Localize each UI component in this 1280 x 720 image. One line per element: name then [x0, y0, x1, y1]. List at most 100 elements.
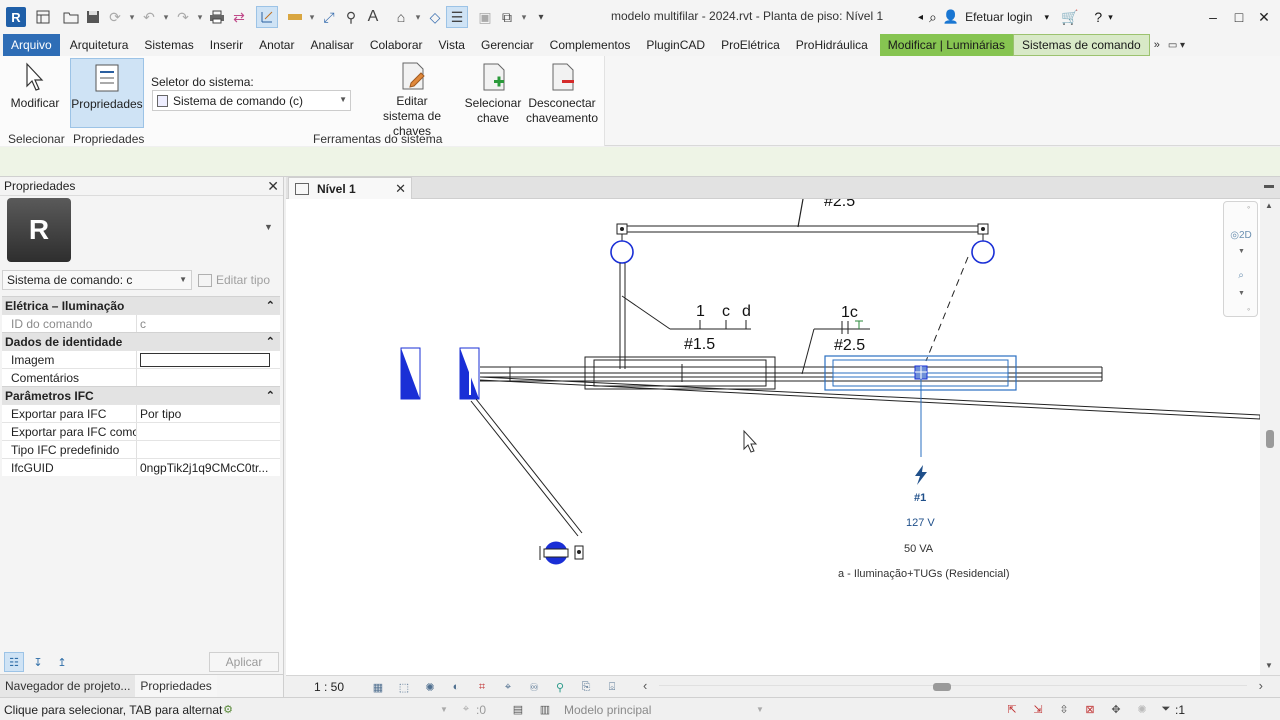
tab-properties[interactable]: Propriedades — [135, 675, 217, 697]
tab-arquitetura[interactable]: Arquitetura — [62, 34, 137, 56]
steering-wheel-icon[interactable]: ◎2D — [1230, 224, 1252, 246]
tab-proeletrica[interactable]: ProElétrica — [713, 34, 788, 56]
filter-icon[interactable]: ⏷ — [1158, 701, 1174, 717]
login-label[interactable]: Efetuar login — [965, 10, 1032, 24]
sort-ascending-icon[interactable]: ↧ — [28, 652, 48, 672]
home-menu-icon[interactable] — [32, 6, 54, 28]
outlet-symbol[interactable] — [539, 541, 584, 565]
tab-complementos[interactable]: Complementos — [542, 34, 639, 56]
scroll-right-icon[interactable]: › — [1259, 678, 1263, 693]
3d-view-icon[interactable]: ⌂ — [390, 6, 412, 28]
active-workset[interactable]: Modelo principal — [564, 703, 651, 717]
selected-conduit-box[interactable] — [824, 355, 1017, 457]
collapse-icon[interactable]: ⌃ — [266, 389, 275, 402]
edit-type-button[interactable]: Editar tipo — [198, 273, 270, 287]
tag-icon[interactable]: ⚲ — [340, 6, 362, 28]
ribbon-display-icon[interactable]: ▭ ▾ — [1164, 34, 1189, 56]
undo-dropdown-icon[interactable]: ▾ — [160, 6, 172, 28]
background-process-icon[interactable]: ✺ — [1134, 701, 1150, 717]
modify-button[interactable]: Modificar — [7, 58, 63, 128]
analytical-model-icon[interactable]: ⌺ — [604, 679, 620, 695]
customize-qat-icon[interactable]: ▾ — [530, 6, 552, 28]
tab-prohidraulica[interactable]: ProHidráulica — [788, 34, 876, 56]
show-crop-icon[interactable]: ⌖ — [500, 679, 516, 695]
properties-button[interactable]: Propriedades — [70, 58, 144, 128]
type-selector[interactable]: R ▼ — [0, 196, 283, 264]
close-icon[interactable]: ✕ — [1253, 6, 1275, 28]
luminaire-left[interactable] — [610, 223, 634, 264]
comments-field[interactable] — [137, 369, 280, 386]
drag-elements-icon[interactable]: ✥ — [1108, 701, 1124, 717]
crop-view-icon[interactable]: ⌗ — [474, 679, 490, 695]
luminaire-right[interactable] — [971, 223, 995, 264]
main-conduit-run[interactable] — [479, 366, 1260, 420]
tab-gerenciar[interactable]: Gerenciar — [473, 34, 542, 56]
collapse-icon[interactable]: ⌃ — [266, 299, 275, 312]
export-ifc-value[interactable]: Por tipo — [137, 405, 280, 422]
print-icon[interactable] — [206, 6, 228, 28]
redo-dropdown-icon[interactable]: ▾ — [194, 6, 206, 28]
tab-colaborar[interactable]: Colaborar — [362, 34, 431, 56]
apply-button[interactable]: Aplicar — [209, 652, 279, 672]
chevron-down-icon[interactable]: ▼ — [1238, 248, 1245, 255]
tab-sistemas-de-comando[interactable]: Sistemas de comando — [1012, 34, 1150, 56]
disconnect-switching-button[interactable]: Desconectar chaveamento — [525, 58, 599, 128]
worksharing-icon[interactable]: ⚙ — [220, 701, 236, 717]
binoculars-icon[interactable]: ⌕ — [929, 9, 937, 26]
chevron-down-icon[interactable]: ▼ — [264, 222, 273, 232]
sync-icon[interactable]: ⟳ — [104, 6, 126, 28]
diagonal-conductor[interactable] — [470, 398, 583, 537]
shadows-icon[interactable]: ◐ — [448, 679, 464, 695]
scroll-left-icon[interactable]: ‹ — [643, 678, 647, 693]
help-dropdown-icon[interactable]: ▾ — [1108, 12, 1113, 23]
tab-project-browser[interactable]: Navegador de projeto... — [0, 675, 136, 697]
view-tab-nivel-1[interactable]: Nível 1 ✕ — [288, 177, 412, 199]
select-pinned-icon[interactable]: ⇳ — [1056, 701, 1072, 717]
switch-windows-dropdown-icon[interactable]: ▾ — [518, 6, 530, 28]
collapse-icon[interactable]: ⌃ — [266, 335, 275, 348]
horizontal-scrollbar[interactable]: ‹ › — [643, 678, 1263, 695]
property-value[interactable] — [137, 351, 280, 368]
image-field[interactable] — [140, 352, 270, 367]
scroll-up-icon[interactable]: ▲ — [1265, 201, 1273, 210]
top-conductor[interactable] — [622, 199, 983, 233]
select-links-icon[interactable]: ⇱ — [1004, 701, 1020, 717]
scroll-thumb[interactable] — [1266, 430, 1274, 448]
tab-vista[interactable]: Vista — [431, 34, 473, 56]
user-icon[interactable]: 👤 — [943, 9, 959, 25]
edit-switch-system-button[interactable]: Editar sistema de chaves — [363, 58, 461, 138]
text-icon[interactable]: A — [362, 6, 384, 28]
measure-icon[interactable] — [256, 6, 278, 28]
close-icon[interactable]: ✕ — [267, 178, 279, 195]
open-icon[interactable] — [60, 6, 82, 28]
temporary-view-icon[interactable]: ⎘ — [578, 679, 594, 695]
workset-icon[interactable]: ▤ — [510, 701, 526, 717]
tab-plugincad[interactable]: PluginCAD — [638, 34, 713, 56]
aligned-dimension-icon[interactable] — [284, 6, 306, 28]
chevron-down-icon[interactable]: ▼ — [1238, 290, 1245, 297]
chevron-down-icon[interactable]: ▼ — [752, 701, 768, 717]
select-underlay-icon[interactable]: ⇲ — [1030, 701, 1046, 717]
view-scale[interactable]: 1 : 50 — [314, 680, 344, 694]
chevron-down-icon[interactable]: ▼ — [436, 701, 452, 717]
scroll-down-icon[interactable]: ▼ — [1265, 661, 1273, 670]
dimension-dropdown-icon[interactable]: ▾ — [306, 6, 318, 28]
floor-plan-drawing[interactable] — [286, 199, 1260, 675]
group-ifc-parameters[interactable]: Parâmetros IFC ⌃ — [2, 386, 280, 404]
minimize-icon[interactable]: – — [1202, 6, 1224, 28]
3d-view-dropdown-icon[interactable]: ▾ — [412, 6, 424, 28]
tab-anotar[interactable]: Anotar — [251, 34, 302, 56]
switch-left[interactable] — [400, 347, 421, 400]
close-icon[interactable]: ◦ — [1247, 202, 1250, 212]
tab-sistemas[interactable]: Sistemas — [136, 34, 201, 56]
export-ifc-as-field[interactable] — [137, 423, 280, 440]
instance-filter-dropdown[interactable]: Sistema de comando: c ▼ — [2, 270, 192, 290]
switch-right[interactable] — [459, 347, 480, 400]
close-icon[interactable]: ✕ — [395, 181, 406, 197]
section-icon[interactable]: ◇ — [424, 6, 446, 28]
sun-path-icon[interactable]: ✺ — [422, 679, 438, 695]
switch-windows-icon[interactable]: ⧉ — [496, 6, 518, 28]
tab-analisar[interactable]: Analisar — [302, 34, 361, 56]
drawing-area[interactable]: #2.5 1 c d #1.5 1c #2.5 #1 127 V 50 VA a… — [286, 199, 1260, 675]
ifc-predefined-field[interactable] — [137, 441, 280, 458]
